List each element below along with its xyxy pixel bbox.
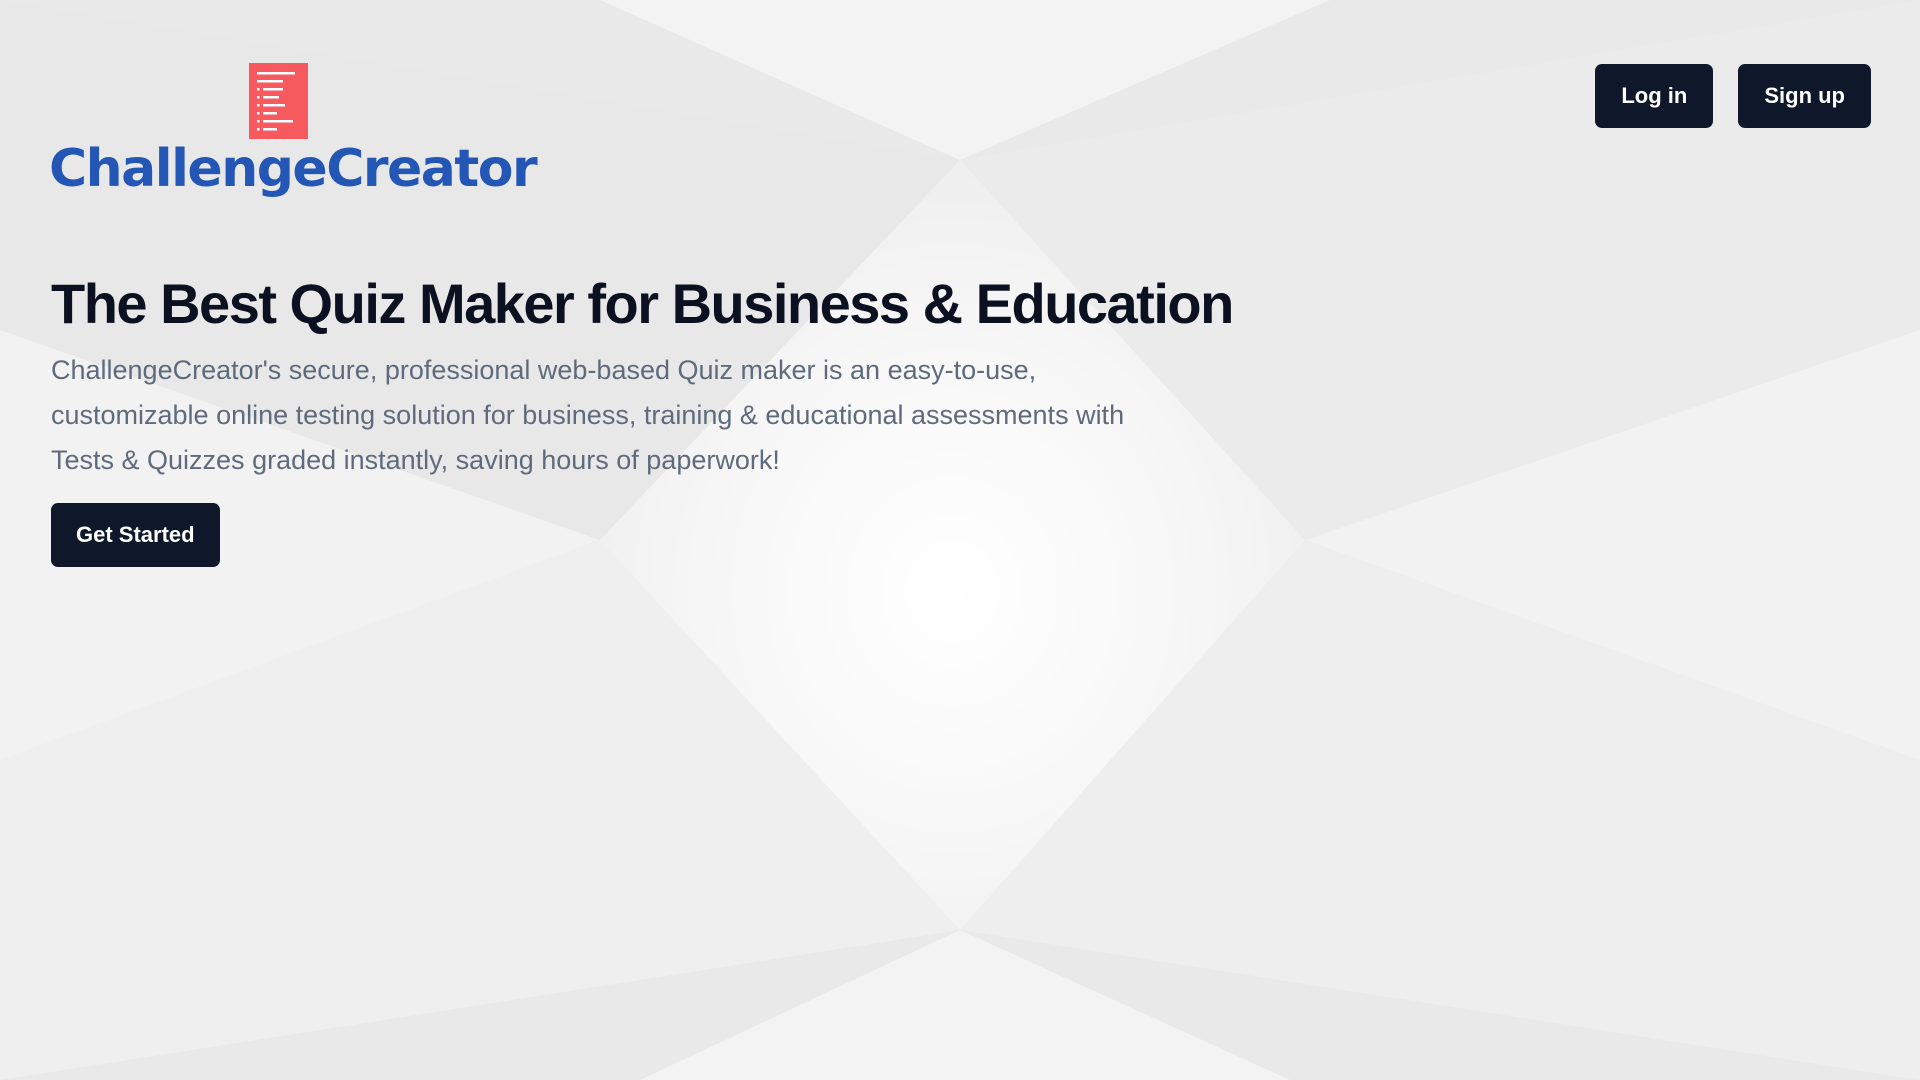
brand-logo[interactable]: ChallengeCreator xyxy=(49,63,538,213)
get-started-button[interactable]: Get Started xyxy=(51,503,220,567)
document-list-icon xyxy=(249,63,308,139)
hero-title: The Best Quiz Maker for Business & Educa… xyxy=(51,272,1234,335)
hero-section: The Best Quiz Maker for Business & Educa… xyxy=(51,268,1234,567)
login-button[interactable]: Log in xyxy=(1595,64,1714,128)
hero-description: ChallengeCreator's secure, professional … xyxy=(51,355,1125,475)
header-nav: Log in Sign up xyxy=(1595,64,1871,128)
signup-button[interactable]: Sign up xyxy=(1738,64,1871,128)
brand-name: ChallengeCreator xyxy=(49,139,538,199)
